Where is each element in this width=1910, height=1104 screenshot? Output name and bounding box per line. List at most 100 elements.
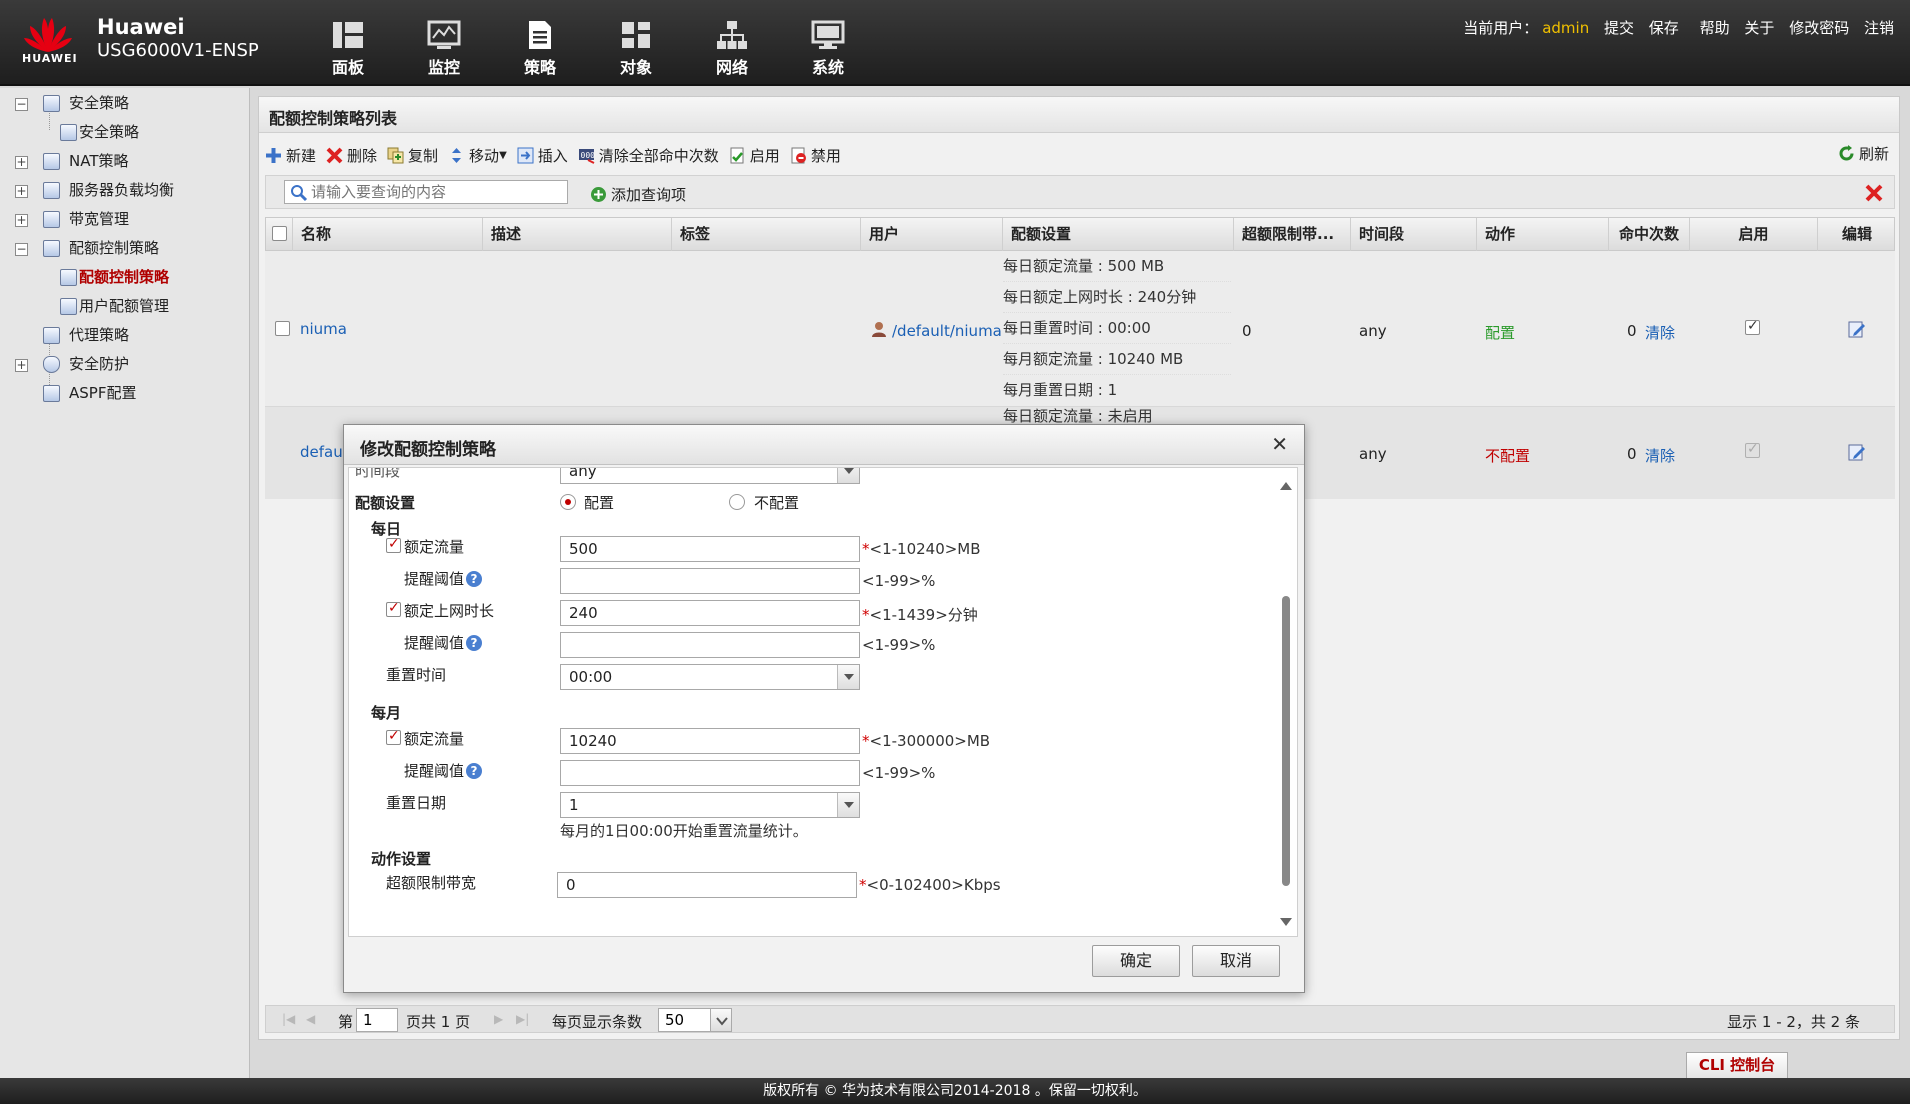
change-password-link[interactable]: 修改密码 bbox=[1789, 19, 1849, 37]
sidebar-item-aspf[interactable]: ASPF配置 bbox=[0, 379, 249, 408]
col-tag[interactable]: 标签 bbox=[672, 218, 861, 251]
delete-button[interactable]: 删除 bbox=[326, 145, 377, 166]
scroll-thumb[interactable] bbox=[1282, 596, 1290, 886]
row-checkbox[interactable] bbox=[275, 321, 290, 336]
enable-button[interactable]: 启用 bbox=[729, 145, 780, 166]
expand-toggle[interactable]: + bbox=[15, 359, 28, 372]
daily-flow-input[interactable] bbox=[560, 536, 860, 562]
nav-system[interactable]: 系统 bbox=[780, 20, 876, 78]
reset-time-select[interactable]: 00:00 bbox=[560, 664, 860, 690]
table-row[interactable]: niuma /default/niuma 每日额定流量 : 500 MB 每日额… bbox=[265, 251, 1895, 407]
collapse-toggle[interactable]: − bbox=[15, 243, 28, 256]
copy-button[interactable]: 复制 bbox=[387, 145, 438, 166]
close-icon[interactable]: ✕ bbox=[1271, 432, 1288, 456]
clear-hits-link[interactable]: 清除 bbox=[1645, 445, 1675, 466]
col-hits[interactable]: 命中次数 bbox=[1609, 218, 1690, 251]
col-enable[interactable]: 启用 bbox=[1690, 218, 1818, 251]
clear-hits-button[interactable]: 000 清除全部命中次数 bbox=[578, 145, 719, 166]
nav-network[interactable]: 网络 bbox=[684, 20, 780, 78]
chevron-down-icon[interactable] bbox=[837, 665, 859, 689]
time-select[interactable]: any bbox=[560, 468, 860, 484]
quota-noconfig-radio-label[interactable]: 不配置 bbox=[754, 492, 799, 513]
sidebar-item-load-balance[interactable]: + 服务器负载均衡 bbox=[0, 176, 249, 205]
save-link[interactable]: 保存 bbox=[1649, 19, 1679, 37]
chevron-down-icon[interactable] bbox=[837, 793, 859, 817]
daily-flow-checkbox[interactable] bbox=[386, 536, 401, 553]
close-search-icon[interactable] bbox=[1864, 183, 1884, 203]
page-number-input[interactable] bbox=[356, 1008, 398, 1032]
nav-monitor[interactable]: 监控 bbox=[396, 20, 492, 78]
reset-date-select[interactable]: 1 bbox=[560, 792, 860, 818]
commit-link[interactable]: 提交 bbox=[1604, 19, 1634, 37]
col-action[interactable]: 动作 bbox=[1477, 218, 1609, 251]
expand-toggle[interactable]: + bbox=[15, 214, 28, 227]
help-icon[interactable]: ? bbox=[466, 763, 483, 779]
edit-icon[interactable] bbox=[1848, 320, 1866, 338]
help-icon[interactable]: ? bbox=[466, 635, 483, 651]
move-button[interactable]: 移动 ▼ bbox=[448, 145, 507, 166]
monthly-flow-checkbox[interactable] bbox=[386, 728, 401, 745]
add-query-label: 添加查询项 bbox=[611, 186, 687, 204]
sidebar-item-quota-policy-child[interactable]: 配额控制策略 bbox=[0, 263, 249, 292]
monthly-remind-input[interactable] bbox=[560, 760, 860, 786]
disable-button[interactable]: 禁用 bbox=[790, 145, 841, 166]
quota-config-radio[interactable] bbox=[560, 494, 576, 510]
nav-object[interactable]: 对象 bbox=[588, 20, 684, 78]
next-page-icon[interactable]: ▶ bbox=[494, 1012, 503, 1026]
online-time-input[interactable] bbox=[560, 600, 860, 626]
col-desc[interactable]: 描述 bbox=[483, 218, 672, 251]
quota-noconfig-radio[interactable] bbox=[729, 494, 745, 510]
col-user[interactable]: 用户 bbox=[861, 218, 1003, 251]
first-page-icon[interactable]: |◀ bbox=[282, 1012, 295, 1026]
daily-remind-input[interactable] bbox=[560, 568, 860, 594]
help-link[interactable]: 帮助 bbox=[1700, 19, 1730, 37]
chevron-down-icon[interactable] bbox=[837, 468, 859, 483]
sidebar-item-nat-policy[interactable]: + NAT策略 bbox=[0, 147, 249, 176]
about-link[interactable]: 关于 bbox=[1744, 19, 1774, 37]
col-quota[interactable]: 配额设置 bbox=[1003, 218, 1234, 251]
expand-toggle[interactable]: + bbox=[15, 156, 28, 169]
clear-hits-link[interactable]: 清除 bbox=[1645, 322, 1675, 343]
search-input[interactable] bbox=[284, 180, 568, 204]
policy-name-link[interactable]: niuma bbox=[300, 320, 347, 338]
user-link[interactable]: /default/niuma bbox=[892, 322, 1002, 340]
sidebar-item-bandwidth[interactable]: + 带宽管理 bbox=[0, 205, 249, 234]
prev-page-icon[interactable]: ◀ bbox=[306, 1012, 315, 1026]
nav-policy[interactable]: 策略 bbox=[492, 20, 588, 78]
insert-button[interactable]: 插入 bbox=[517, 145, 568, 166]
enable-checkbox[interactable] bbox=[1745, 318, 1760, 335]
edit-icon[interactable] bbox=[1848, 443, 1866, 461]
expand-toggle[interactable]: + bbox=[15, 185, 28, 198]
scroll-down-icon[interactable] bbox=[1280, 918, 1292, 926]
logout-link[interactable]: 注销 bbox=[1864, 19, 1894, 37]
sidebar-item-quota-policy[interactable]: − 配额控制策略 bbox=[0, 234, 249, 263]
online-time-checkbox[interactable] bbox=[386, 600, 401, 617]
sidebar-item-proxy-policy[interactable]: 代理策略 bbox=[0, 321, 249, 350]
cancel-button[interactable]: 取消 bbox=[1192, 945, 1280, 977]
col-edit[interactable]: 编辑 bbox=[1818, 218, 1896, 251]
scroll-up-icon[interactable] bbox=[1280, 482, 1292, 490]
online-remind-input[interactable] bbox=[560, 632, 860, 658]
ok-button[interactable]: 确定 bbox=[1092, 945, 1180, 977]
new-button[interactable]: 新建 bbox=[265, 145, 316, 166]
sidebar-item-security-protect[interactable]: + 安全防护 bbox=[0, 350, 249, 379]
col-over-limit[interactable]: 超额限制带... bbox=[1234, 218, 1351, 251]
over-bandwidth-input[interactable] bbox=[557, 872, 857, 898]
refresh-button[interactable]: 刷新 bbox=[1838, 143, 1889, 164]
sidebar-item-security-policy[interactable]: − 安全策略 bbox=[0, 89, 249, 118]
select-all-checkbox[interactable] bbox=[272, 226, 287, 241]
cli-console-button[interactable]: CLI 控制台 bbox=[1686, 1052, 1788, 1078]
col-time[interactable]: 时间段 bbox=[1351, 218, 1477, 251]
col-name[interactable]: 名称 bbox=[293, 218, 483, 251]
last-page-icon[interactable]: ▶| bbox=[516, 1012, 529, 1026]
monthly-flow-input[interactable] bbox=[560, 728, 860, 754]
nav-dashboard[interactable]: 面板 bbox=[300, 20, 396, 78]
sidebar-item-user-quota[interactable]: 用户配额管理 bbox=[0, 292, 249, 321]
help-icon[interactable]: ? bbox=[466, 571, 483, 587]
add-query-button[interactable]: 添加查询项 bbox=[590, 184, 686, 205]
collapse-toggle[interactable]: − bbox=[15, 98, 28, 111]
sidebar-item-security-policy-child[interactable]: 安全策略 bbox=[0, 118, 249, 147]
dialog-scrollbar[interactable] bbox=[1279, 468, 1293, 936]
chevron-down-icon[interactable] bbox=[710, 1008, 732, 1032]
quota-config-radio-label[interactable]: 配置 bbox=[584, 492, 614, 513]
